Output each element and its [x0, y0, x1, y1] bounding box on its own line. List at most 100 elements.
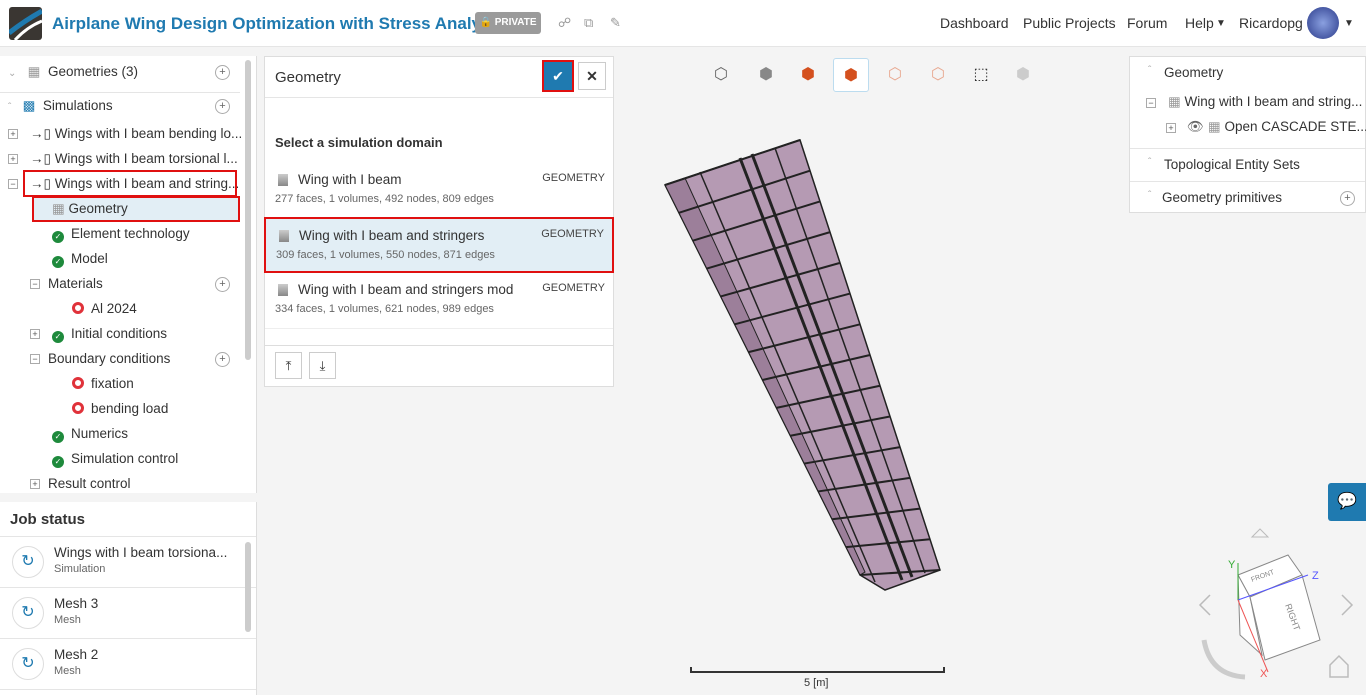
- tree-bending-load[interactable]: bending load: [72, 397, 168, 421]
- tree-model[interactable]: ✓ Model: [52, 247, 108, 271]
- collapse-icon[interactable]: −: [8, 179, 18, 189]
- add-geometry-button[interactable]: +: [215, 65, 230, 80]
- expand-icon[interactable]: +: [8, 154, 18, 164]
- box-select-icon[interactable]: ⬚: [963, 58, 999, 92]
- right-panel: ˆ Geometry − ▦ Wing with I beam and stri…: [1129, 56, 1366, 213]
- right-geometry-header[interactable]: Geometry: [1164, 65, 1223, 80]
- expand-icon[interactable]: +: [1166, 123, 1176, 133]
- tree-al-2024[interactable]: Al 2024: [72, 297, 137, 321]
- add-primitive-button[interactable]: +: [1340, 191, 1355, 206]
- tree-scrollbar[interactable]: [245, 60, 251, 360]
- tree-simulations[interactable]: ˆ ▩ Simulations: [8, 94, 113, 118]
- geometry-icon: [278, 284, 288, 296]
- domain-desc: 309 faces, 1 volumes, 550 nodes, 871 edg…: [276, 249, 495, 261]
- geometry-icon: ▦: [27, 64, 41, 79]
- simulations-label: Simulations: [42, 98, 113, 113]
- tree-materials[interactable]: Materials: [48, 272, 103, 296]
- domain-item[interactable]: Wing with I beam GEOMETRY 277 faces, 1 vol…: [265, 163, 613, 219]
- tree-numerics[interactable]: ✓ Numerics: [52, 422, 128, 446]
- tree-geometries[interactable]: ⌄ ▦ Geometries (3): [8, 60, 138, 84]
- eye-icon[interactable]: 👁: [1187, 119, 1204, 134]
- label: Wing with I beam and string...: [1184, 94, 1363, 109]
- label: Materials: [48, 276, 103, 291]
- tree-boundary-conditions[interactable]: Boundary conditions: [48, 347, 170, 371]
- chat-button[interactable]: 💬: [1328, 483, 1366, 521]
- label: Open CASCADE STE...: [1224, 119, 1366, 134]
- add-material-button[interactable]: +: [215, 277, 230, 292]
- job-item[interactable]: ↻ Wings with I beam torsiona... Simulation: [0, 537, 256, 588]
- scale-bar: [690, 667, 945, 673]
- expand-icon[interactable]: +: [30, 329, 40, 339]
- upload-button[interactable]: ⤒: [275, 352, 302, 379]
- collapse-icon[interactable]: −: [30, 354, 40, 364]
- job-item[interactable]: ↻ Mesh 2 Mesh: [0, 639, 256, 690]
- job-status-panel: Job status ↻ Wings with I beam torsiona..…: [0, 502, 257, 695]
- label: Simulation control: [71, 451, 179, 466]
- avatar[interactable]: [1307, 7, 1339, 39]
- sim-label: Wings with I beam bending lo...: [54, 126, 243, 141]
- right-wing-item[interactable]: ▦ Wing with I beam and string...: [1168, 94, 1362, 110]
- job-type: Mesh: [54, 614, 81, 626]
- wireframe-view-icon[interactable]: ⬡: [703, 58, 739, 92]
- close-button[interactable]: ✕: [578, 62, 606, 90]
- domain-item-selected[interactable]: Wing with I beam and stringers GEOMETRY 30…: [264, 217, 614, 273]
- domain-item[interactable]: Wing with I beam and stringers mod GEOMET…: [265, 273, 613, 329]
- user-menu-chevron-icon[interactable]: ▼: [1344, 18, 1354, 29]
- tree-initial-conditions[interactable]: ✓ Initial conditions: [52, 322, 167, 346]
- topological-entity-sets[interactable]: Topological Entity Sets: [1164, 157, 1300, 172]
- label: fixation: [91, 376, 134, 391]
- copy-icon[interactable]: ⧉: [584, 15, 593, 31]
- tree-result-control[interactable]: Result control: [48, 472, 131, 496]
- collapse-icon[interactable]: −: [1146, 98, 1156, 108]
- add-boundary-button[interactable]: +: [215, 352, 230, 367]
- refresh-icon: ↻: [12, 546, 44, 578]
- share-icon[interactable]: ☍: [558, 15, 571, 31]
- tree-sim-torsional[interactable]: →▯ Wings with I beam torsional l...: [30, 147, 238, 171]
- domain-tag: GEOMETRY: [542, 172, 605, 184]
- hidden-view-icon[interactable]: ⬢: [1005, 58, 1041, 92]
- expand-icon[interactable]: +: [8, 129, 18, 139]
- axis-z-label: Z: [1312, 570, 1319, 582]
- label: bending load: [91, 401, 169, 416]
- select-faces-icon[interactable]: ⬡: [877, 58, 913, 92]
- select-volumes-icon[interactable]: ⬢: [833, 58, 869, 92]
- logo[interactable]: [9, 7, 42, 40]
- tree-fixation[interactable]: fixation: [72, 372, 134, 396]
- add-simulation-button[interactable]: +: [215, 99, 230, 114]
- solid-view-icon[interactable]: ⬢: [748, 58, 784, 92]
- wing-model[interactable]: [640, 120, 970, 610]
- tree-element-technology[interactable]: ✓ Element technology: [52, 222, 190, 246]
- expand-icon[interactable]: +: [30, 479, 40, 489]
- collapse-icon[interactable]: −: [30, 279, 40, 289]
- job-scrollbar[interactable]: [245, 542, 251, 632]
- tree-simulation-control[interactable]: ✓ Simulation control: [52, 447, 178, 471]
- nav-public-projects[interactable]: Public Projects: [1023, 15, 1116, 31]
- username[interactable]: Ricardopg: [1239, 15, 1303, 31]
- download-button[interactable]: ⤓: [309, 352, 336, 379]
- edit-icon[interactable]: ✎: [610, 15, 621, 31]
- right-cascade-item[interactable]: 👁 ▦ Open CASCADE STE...: [1187, 119, 1366, 135]
- job-name: Mesh 2: [54, 647, 99, 662]
- job-item[interactable]: ↻ Mesh 3 Mesh: [0, 588, 256, 639]
- nav-help[interactable]: Help: [1185, 15, 1214, 31]
- domain-tag: GEOMETRY: [541, 228, 604, 240]
- solid-edges-view-icon[interactable]: ⬢: [790, 58, 826, 92]
- simulations-icon: ▩: [22, 98, 36, 113]
- tree-sim-bending[interactable]: →▯ Wings with I beam bending lo...: [30, 122, 242, 146]
- rotate-icon: [1201, 639, 1246, 680]
- select-edges-icon[interactable]: ⬡: [920, 58, 956, 92]
- view-cube[interactable]: FRONT RIGHT Y Z X: [1190, 525, 1366, 695]
- refresh-icon: ↻: [12, 648, 44, 680]
- nav-forum[interactable]: Forum: [1127, 15, 1167, 31]
- geometry-panel: Geometry ✔ ✕ Select a simulation domain …: [264, 56, 614, 387]
- job-type: Mesh: [54, 665, 81, 677]
- job-name: Wings with I beam torsiona...: [54, 545, 228, 560]
- chevron-down-icon[interactable]: ▼: [1216, 18, 1226, 29]
- nav-dashboard[interactable]: Dashboard: [940, 15, 1009, 31]
- confirm-button[interactable]: ✔: [542, 60, 574, 92]
- label: Al 2024: [91, 301, 137, 316]
- axis-y-label: Y: [1228, 559, 1236, 571]
- highlight-box: [23, 170, 237, 197]
- project-title: Airplane Wing Design Optimization with S…: [52, 14, 505, 33]
- geometry-primitives[interactable]: Geometry primitives: [1162, 190, 1282, 205]
